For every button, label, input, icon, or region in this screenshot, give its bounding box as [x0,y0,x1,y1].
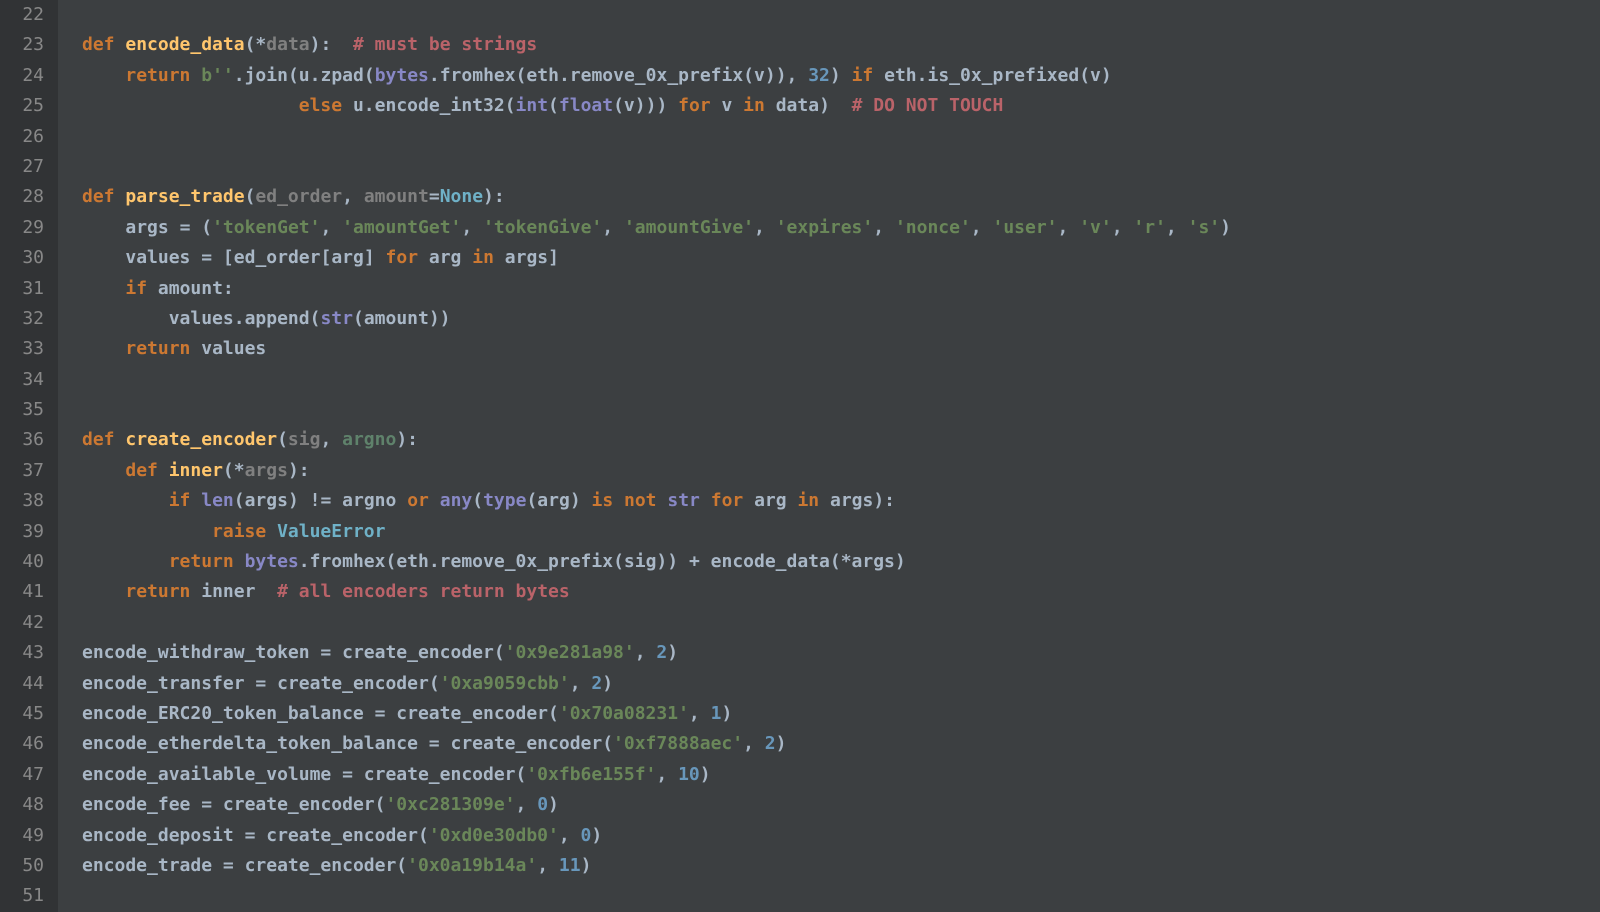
line-number: 22 [8,0,44,30]
code-line[interactable]: raise ValueError [82,517,1600,547]
code-line[interactable]: encode_fee = create_encoder('0xc281309e'… [82,790,1600,820]
line-number: 32 [8,304,44,334]
code-editor[interactable]: 2223242526272829303132333435363738394041… [0,0,1600,912]
code-line[interactable]: return bytes.fromhex(eth.remove_0x_prefi… [82,547,1600,577]
code-line[interactable]: encode_available_volume = create_encoder… [82,760,1600,790]
line-number: 38 [8,486,44,516]
code-line[interactable]: encode_ERC20_token_balance = create_enco… [82,699,1600,729]
line-number: 30 [8,243,44,273]
code-line[interactable] [82,608,1600,638]
code-line[interactable]: encode_etherdelta_token_balance = create… [82,729,1600,759]
line-number: 28 [8,182,44,212]
line-number: 31 [8,274,44,304]
code-line[interactable]: def create_encoder(sig, argno): [82,425,1600,455]
line-number: 44 [8,669,44,699]
line-number: 27 [8,152,44,182]
code-area[interactable]: def encode_data(*data): # must be string… [58,0,1600,912]
line-number: 41 [8,577,44,607]
line-number: 40 [8,547,44,577]
line-number: 26 [8,122,44,152]
line-number: 51 [8,881,44,911]
line-number: 48 [8,790,44,820]
line-number: 50 [8,851,44,881]
code-line[interactable] [82,365,1600,395]
code-line[interactable]: values = [ed_order[arg] for arg in args] [82,243,1600,273]
line-number: 35 [8,395,44,425]
code-line[interactable]: encode_transfer = create_encoder('0xa905… [82,669,1600,699]
code-line[interactable]: encode_trade = create_encoder('0x0a19b14… [82,851,1600,881]
code-line[interactable]: return inner # all encoders return bytes [82,577,1600,607]
line-number: 46 [8,729,44,759]
code-line[interactable]: return values [82,334,1600,364]
line-number: 47 [8,760,44,790]
code-line[interactable]: encode_deposit = create_encoder('0xd0e30… [82,821,1600,851]
line-number: 43 [8,638,44,668]
line-number: 33 [8,334,44,364]
code-line[interactable]: def encode_data(*data): # must be string… [82,30,1600,60]
line-number: 34 [8,365,44,395]
code-line[interactable] [82,152,1600,182]
code-line[interactable]: if len(args) != argno or any(type(arg) i… [82,486,1600,516]
code-line[interactable]: args = ('tokenGet', 'amountGet', 'tokenG… [82,213,1600,243]
line-number: 24 [8,61,44,91]
code-line[interactable]: if amount: [82,274,1600,304]
line-number: 37 [8,456,44,486]
line-number: 36 [8,425,44,455]
code-line[interactable]: values.append(str(amount)) [82,304,1600,334]
code-line[interactable]: return b''.join(u.zpad(bytes.fromhex(eth… [82,61,1600,91]
line-number: 39 [8,517,44,547]
code-line[interactable]: else u.encode_int32(int(float(v))) for v… [82,91,1600,121]
code-line[interactable]: def inner(*args): [82,456,1600,486]
line-number: 45 [8,699,44,729]
line-number: 49 [8,821,44,851]
code-line[interactable] [82,0,1600,30]
line-number: 25 [8,91,44,121]
code-line[interactable] [82,881,1600,911]
code-line[interactable] [82,122,1600,152]
line-number: 23 [8,30,44,60]
code-line[interactable]: encode_withdraw_token = create_encoder('… [82,638,1600,668]
line-number-gutter: 2223242526272829303132333435363738394041… [0,0,58,912]
line-number: 42 [8,608,44,638]
line-number: 29 [8,213,44,243]
code-line[interactable] [82,395,1600,425]
code-line[interactable]: def parse_trade(ed_order, amount=None): [82,182,1600,212]
